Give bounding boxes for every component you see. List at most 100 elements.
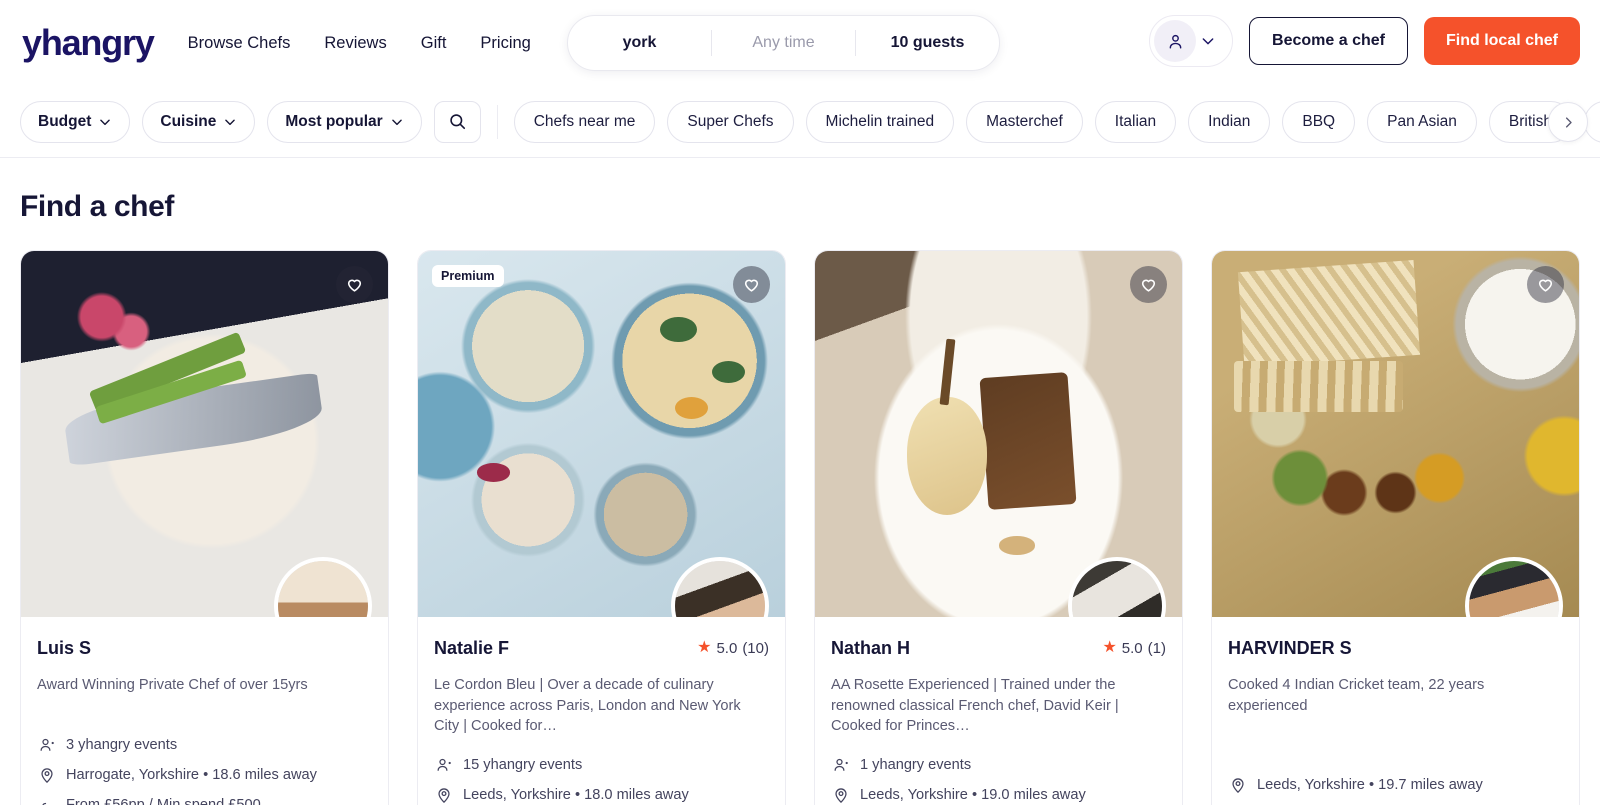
chef-card-body: Luis S Award Winning Private Chef of ove… [21, 617, 388, 805]
chef-price-text: From £56pp / Min spend £500 [66, 796, 261, 805]
chef-meta: Leeds, Yorkshire • 19.7 miles away From … [1228, 735, 1563, 805]
favourite-button[interactable] [1130, 266, 1167, 303]
become-a-chef-button[interactable]: Become a chef [1249, 17, 1408, 65]
filter-cuisine-dropdown[interactable]: Cuisine [142, 100, 256, 143]
find-local-chef-button[interactable]: Find local chef [1423, 17, 1580, 65]
rating: ★ 5.0 (10) [697, 640, 769, 657]
search-bar[interactable]: york Any time 10 guests [567, 15, 1000, 71]
chef-card-header: Luis S [37, 635, 372, 661]
chef-name: Natalie F [434, 637, 510, 658]
chef-description: Cooked 4 Indian Cricket team, 22 years e… [1228, 677, 1485, 714]
dish-detail [711, 360, 745, 383]
profile-menu-button[interactable] [1149, 15, 1234, 67]
chef-card-body: HARVINDER S Cooked 4 Indian Cricket team… [1212, 617, 1579, 805]
tag-indian[interactable]: Indian [1188, 100, 1271, 143]
chef-card[interactable]: Nathan H ★ 5.0 (1) AA Rosette Experience… [814, 250, 1183, 805]
rating-count: (10) [742, 639, 769, 657]
chef-card-media [815, 251, 1182, 617]
filter-sort-dropdown[interactable]: Most popular [267, 100, 422, 143]
tag-bbq[interactable]: BBQ [1282, 100, 1356, 143]
chef-avatar [671, 557, 769, 617]
chef-card[interactable]: Luis S Award Winning Private Chef of ove… [20, 250, 389, 805]
chef-location-row: Leeds, Yorkshire • 19.7 miles away [1228, 775, 1563, 794]
filter-divider [496, 104, 498, 139]
chef-location-row: Harrogate, Yorkshire • 18.6 miles away [37, 765, 372, 784]
chef-price-row: From £56pp / Min spend £500 [37, 795, 372, 805]
dish-detail [906, 397, 988, 515]
logo[interactable]: yhangry [22, 22, 155, 64]
chef-card-body: Nathan H ★ 5.0 (1) AA Rosette Experience… [815, 617, 1182, 805]
site-header: yhangry Browse Chefs Reviews Gift Pricin… [0, 0, 1600, 86]
filter-scroll-next-button[interactable] [1548, 102, 1588, 142]
dish-detail [1238, 259, 1421, 367]
people-icon [37, 735, 56, 754]
nav-link-reviews[interactable]: Reviews [324, 34, 386, 53]
chef-events-row: 15 yhangry events [434, 755, 769, 774]
plate-icon [37, 795, 56, 805]
people-icon [831, 755, 850, 774]
nav-link-browse-chefs[interactable]: Browse Chefs [188, 34, 291, 53]
filter-bar: Budget Cuisine Most popular Chefs near m… [0, 86, 1600, 158]
dish-detail [998, 536, 1036, 555]
tag-michelin-trained[interactable]: Michelin trained [805, 100, 955, 143]
filter-cuisine-label: Cuisine [160, 112, 217, 130]
chef-location-text: Leeds, Yorkshire • 19.7 miles away [1257, 776, 1483, 793]
filter-budget-label: Budget [38, 112, 92, 130]
chef-location-text: Leeds, Yorkshire • 19.0 miles away [860, 786, 1086, 803]
rating-value: 5.0 [716, 639, 738, 657]
tag-italian[interactable]: Italian [1094, 100, 1177, 143]
tag-super-chefs[interactable]: Super Chefs [667, 100, 794, 143]
chef-card[interactable]: Premium Natalie F ★ 5.0 (10) Le Cordon B… [417, 250, 786, 805]
chef-events-placeholder [1228, 735, 1563, 764]
chef-events-text: 1 yhangry events [860, 756, 972, 773]
tag-pan-asian[interactable]: Pan Asian [1367, 100, 1477, 143]
chef-events-text: 15 yhangry events [463, 756, 583, 773]
star-icon: ★ [1102, 639, 1117, 656]
user-icon [1169, 34, 1181, 49]
chef-events-row: 3 yhangry events [37, 735, 372, 754]
star-icon: ★ [697, 639, 712, 656]
nav-link-gift[interactable]: Gift [421, 34, 447, 53]
search-guests-input[interactable]: 10 guests [856, 34, 999, 52]
rating: ★ 5.0 (1) [1102, 640, 1166, 657]
search-icon [449, 114, 465, 130]
favourite-button[interactable] [733, 266, 770, 303]
chef-meta: 1 yhangry events Leeds, Yorkshire • 19.0… [831, 755, 1166, 805]
filter-sort-label: Most popular [285, 112, 383, 130]
search-date-input[interactable]: Any time [712, 34, 855, 52]
chef-card-body: Natalie F ★ 5.0 (10) Le Cordon Bleu | Ov… [418, 617, 785, 805]
heart-icon [1141, 279, 1156, 292]
page-title: Find a chef [20, 190, 174, 223]
chef-description: Award Winning Private Chef of over 15yrs [37, 677, 308, 693]
main-content: Find a chef Luis S Award Winning Private… [0, 190, 1600, 805]
chevron-down-icon [391, 119, 402, 125]
favourite-button[interactable] [1527, 266, 1564, 303]
chef-location-text: Leeds, Yorkshire • 18.0 miles away [463, 786, 689, 803]
search-location-input[interactable]: york [568, 34, 711, 52]
rating-count: (1) [1147, 639, 1166, 657]
chef-avatar [1465, 557, 1563, 617]
filter-search-button[interactable] [433, 100, 481, 143]
map-pin-icon [831, 785, 850, 804]
chef-card[interactable]: HARVINDER S Cooked 4 Indian Cricket team… [1211, 250, 1580, 805]
chevron-down-icon [1202, 38, 1214, 45]
map-pin-icon [37, 765, 56, 784]
chevron-down-icon [100, 119, 111, 125]
people-icon [434, 755, 453, 774]
chef-card-media [21, 251, 388, 617]
heart-icon [744, 279, 759, 292]
favourite-button[interactable] [336, 266, 373, 303]
chef-description: Le Cordon Bleu | Over a decade of culina… [434, 677, 741, 735]
chef-card-header: Nathan H ★ 5.0 (1) [831, 635, 1166, 661]
chef-name: HARVINDER S [1228, 637, 1352, 658]
heart-icon [347, 279, 362, 292]
tag-chefs-near-me[interactable]: Chefs near me [513, 100, 656, 143]
chef-meta: 15 yhangry events Leeds, Yorkshire • 18.… [434, 755, 769, 805]
nav-link-pricing[interactable]: Pricing [480, 34, 530, 53]
filter-budget-dropdown[interactable]: Budget [20, 100, 131, 143]
chef-location-row: Leeds, Yorkshire • 18.0 miles away [434, 785, 769, 804]
chef-events-row: 1 yhangry events [831, 755, 1166, 774]
chef-name: Nathan H [831, 637, 911, 658]
tag-masterchef[interactable]: Masterchef [966, 100, 1083, 143]
dish-detail [476, 463, 510, 482]
